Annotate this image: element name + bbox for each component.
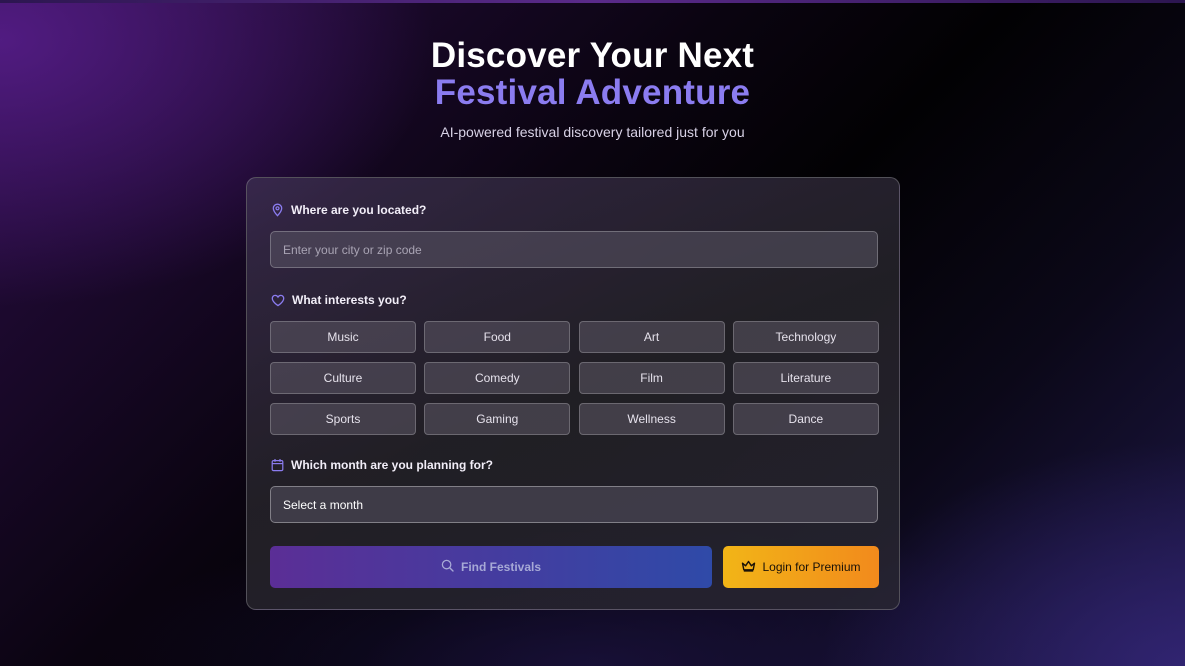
interest-chip-technology[interactable]: Technology xyxy=(732,321,879,353)
location-label: Where are you located? xyxy=(291,203,427,217)
interest-chip-film[interactable]: Film xyxy=(578,362,725,394)
month-label-row: Which month are you planning for? xyxy=(271,458,493,472)
login-premium-label: Login for Premium xyxy=(762,560,861,574)
interest-chip-food[interactable]: Food xyxy=(424,321,571,353)
find-festivals-label: Find Festivals xyxy=(460,560,542,574)
month-select-value: Select a month xyxy=(283,497,364,512)
month-select[interactable]: Select a month xyxy=(270,486,878,523)
location-label-row: Where are you located? xyxy=(271,203,426,217)
interests-label-row: What interests you? xyxy=(271,293,407,307)
interest-chip-gaming[interactable]: Gaming xyxy=(424,403,571,435)
interest-chip-music[interactable]: Music xyxy=(270,321,416,353)
month-label: Which month are you planning for? xyxy=(291,458,493,472)
crown-icon xyxy=(741,560,756,575)
hero-title-accent: Festival Adventure xyxy=(434,73,751,112)
search-icon xyxy=(441,559,454,575)
hero-section: Discover Your Next Festival Adventure AI… xyxy=(0,36,1185,141)
hero-title: Discover Your Next xyxy=(430,36,755,75)
calendar-icon xyxy=(271,458,284,472)
top-border xyxy=(0,0,1185,3)
interests-label: What interests you? xyxy=(292,293,407,307)
login-premium-button[interactable]: Login for Premium xyxy=(723,546,879,588)
interest-chip-comedy[interactable]: Comedy xyxy=(424,362,571,394)
heart-icon xyxy=(271,294,285,307)
interest-chip-wellness[interactable]: Wellness xyxy=(578,403,725,435)
interest-chip-sports[interactable]: Sports xyxy=(270,403,416,435)
search-form-card: Where are you located? What interests yo… xyxy=(246,177,900,610)
map-pin-icon xyxy=(271,203,284,217)
interest-chip-culture[interactable]: Culture xyxy=(270,362,416,394)
interest-chip-literature[interactable]: Literature xyxy=(732,362,879,394)
interest-chips: Music Food Art Technology Culture Comedy… xyxy=(270,321,879,435)
find-festivals-button[interactable]: Find Festivals xyxy=(270,546,712,588)
location-input[interactable] xyxy=(270,231,878,268)
hero-subtitle: AI-powered festival discovery tailored j… xyxy=(440,124,745,140)
interest-chip-dance[interactable]: Dance xyxy=(732,403,879,435)
interest-chip-art[interactable]: Art xyxy=(578,321,725,353)
